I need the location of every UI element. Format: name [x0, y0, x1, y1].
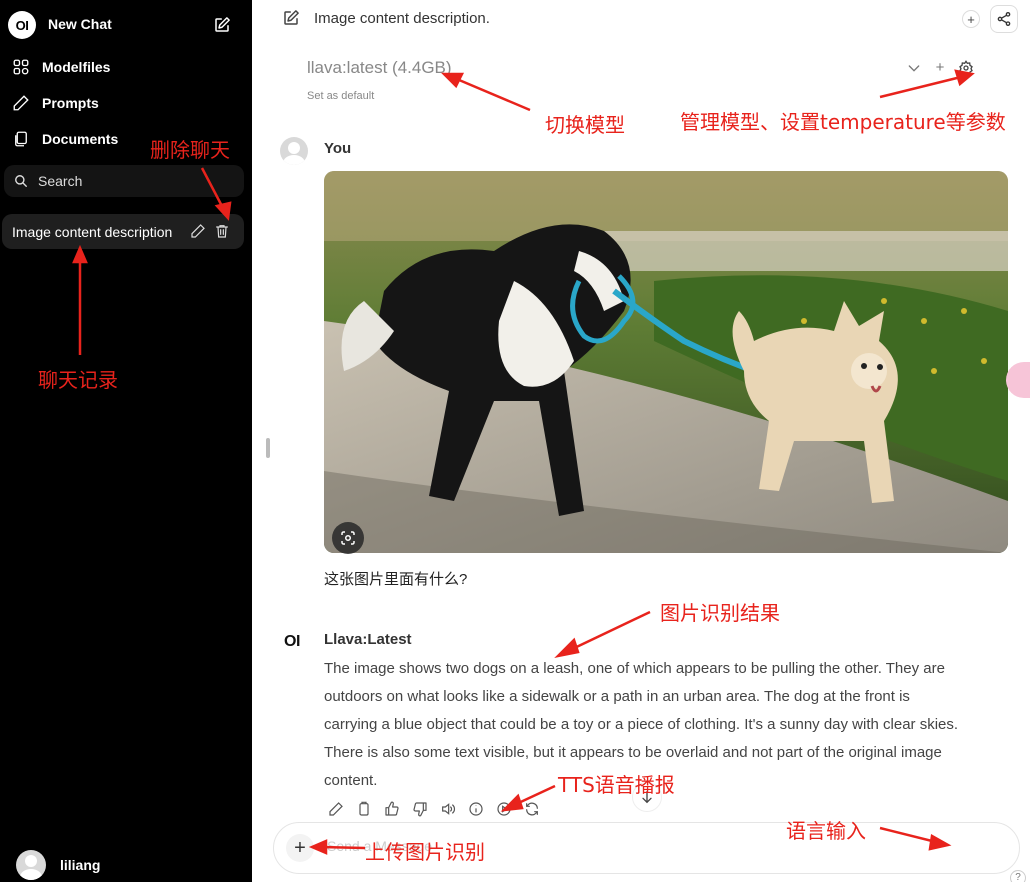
documents-icon [15, 131, 27, 147]
user-avatar [280, 137, 308, 165]
app-logo[interactable]: OI [8, 11, 36, 39]
play-icon[interactable] [496, 801, 512, 817]
sidebar-item-label: Modelfiles [42, 59, 111, 75]
image-lens-button[interactable] [332, 522, 364, 554]
sidebar-resize-handle[interactable] [266, 438, 270, 458]
new-chat-button[interactable]: New Chat [48, 16, 112, 32]
edit-response-icon[interactable] [328, 801, 344, 817]
model-selector[interactable]: llava:latest (4.4GB) [307, 58, 452, 78]
add-model-plus-icon[interactable]: + [932, 59, 948, 76]
assistant-name: Llava:Latest [324, 631, 412, 648]
sidebar-item-prompts[interactable]: Prompts [12, 92, 99, 114]
annotation-switch-model: 切换模型 [545, 113, 625, 137]
annotation-chat-history: 聊天记录 [38, 368, 118, 392]
upload-button[interactable]: + [286, 834, 314, 862]
set-default-link[interactable]: Set as default [307, 90, 374, 102]
search-icon [15, 175, 27, 187]
speaker-icon[interactable] [440, 801, 456, 817]
annotation-voice-input: 语言输入 [786, 819, 866, 843]
chat-title: Image content description. [314, 10, 490, 27]
model-controls: + [906, 59, 974, 76]
modelfiles-icon [13, 59, 29, 75]
edit-chat-icon[interactable] [282, 9, 300, 27]
app-window: OI New Chat Modelfiles Prompts Documents… [0, 0, 1030, 882]
regenerate-icon[interactable] [524, 801, 540, 817]
add-model-button[interactable]: + [962, 10, 980, 28]
plus-icon: + [294, 836, 306, 859]
pencil-icon [13, 95, 29, 111]
info-icon[interactable] [468, 801, 484, 817]
chat-item-actions [190, 223, 230, 239]
response-line: carrying a blue object that could be a t… [324, 716, 959, 733]
annotation-manage-model: 管理模型、设置temperature等参数 [680, 110, 1006, 134]
annotation-image-result: 图片识别结果 [660, 601, 780, 625]
search-input[interactable]: Search [4, 165, 244, 197]
sidebar: OI New Chat Modelfiles Prompts Documents… [0, 0, 252, 882]
share-icon [997, 12, 1011, 26]
response-actions [328, 801, 540, 817]
sidebar-item-documents[interactable]: Documents [12, 128, 118, 150]
sidebar-item-label: Prompts [42, 95, 99, 111]
rename-pencil-icon[interactable] [190, 223, 206, 239]
compose-icon[interactable] [213, 16, 231, 34]
annotation-upload-image: 上传图片识别 [365, 840, 485, 864]
share-button[interactable] [990, 5, 1018, 33]
sidebar-item-label: Documents [42, 131, 119, 147]
thumbs-down-icon[interactable] [412, 801, 428, 817]
trash-icon[interactable] [214, 223, 230, 239]
sidebar-item-modelfiles[interactable]: Modelfiles [12, 56, 110, 78]
response-line: The image shows two dogs on a leash, one… [324, 660, 945, 677]
chat-history-title: Image content description [12, 223, 173, 240]
avatar [16, 850, 46, 880]
annotation-delete-chat: 删除聊天 [150, 138, 230, 162]
camera-search-icon [341, 531, 355, 545]
copy-icon[interactable] [356, 801, 372, 817]
response-line: There is also some text visible, but it … [324, 744, 942, 761]
user-name: liliang [60, 857, 101, 873]
gear-icon[interactable] [958, 59, 974, 76]
thumbs-up-icon[interactable] [384, 801, 400, 817]
user-message-name: You [324, 140, 352, 157]
user-question-text: 这张图片里面有什么? [324, 571, 468, 588]
dogs-photo [324, 171, 1008, 553]
user-profile-button[interactable]: liliang [16, 850, 100, 880]
search-placeholder: Search [38, 173, 83, 189]
chat-history-item[interactable]: Image content description [2, 214, 244, 249]
uploaded-image[interactable] [324, 171, 1008, 553]
response-line: outdoors on what looks like a sidewalk o… [324, 688, 910, 705]
plus-icon: + [967, 11, 975, 27]
side-widget[interactable] [1006, 362, 1030, 398]
annotation-tts: TTS语音播报 [558, 773, 675, 797]
assistant-logo: OI [284, 633, 300, 650]
chevron-down-icon[interactable] [906, 60, 922, 76]
help-button[interactable]: ? [1010, 870, 1026, 882]
